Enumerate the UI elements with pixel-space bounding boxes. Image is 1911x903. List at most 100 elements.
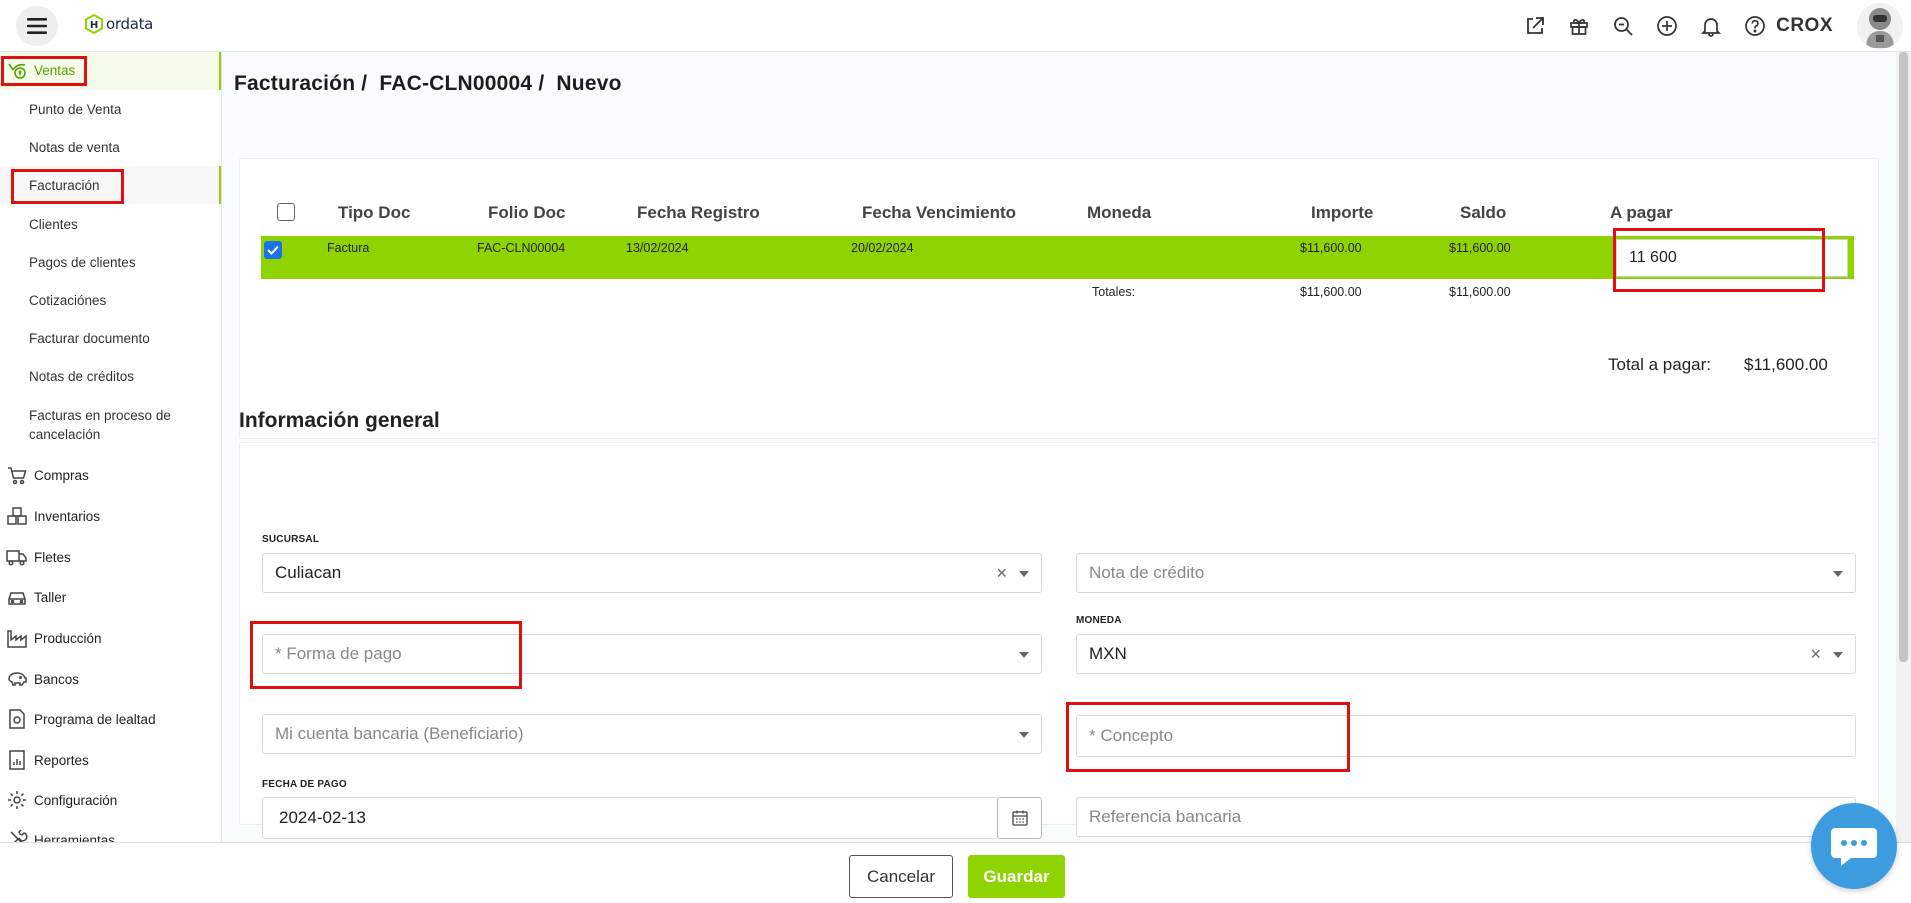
sidebar-item-herramientas[interactable]: Herramientas [0, 826, 220, 842]
sidebar-item-label: Programa de lealtad [34, 711, 156, 727]
sidebar-item-bancos[interactable]: Bancos [0, 665, 220, 693]
documents-card: Tipo Doc Folio Doc Fecha Registro Fecha … [239, 158, 1879, 439]
sidebar-item-cotizaciones[interactable]: Cotizaciónes [29, 291, 106, 310]
help-circle-icon[interactable] [1738, 9, 1772, 43]
breadcrumb-item-folio[interactable]: FAC-CLN00004 / [379, 72, 544, 95]
cell-fecha-vencimiento: 20/02/2024 [851, 241, 914, 255]
clear-icon[interactable]: × [1810, 644, 1821, 665]
nota-credito-select[interactable]: Nota de crédito [1076, 553, 1856, 593]
sidebar-item-label: Inventarios [34, 508, 101, 524]
tools-icon [4, 827, 30, 842]
moneda-select[interactable]: MXN × [1076, 634, 1856, 674]
save-button[interactable]: Guardar [968, 855, 1065, 898]
sidebar-item-notas-venta[interactable]: Notas de venta [29, 138, 120, 157]
boxes-icon [4, 503, 30, 529]
fecha-pago-input[interactable]: 2024-02-13 [262, 797, 998, 839]
highlight-box-ventas [1, 56, 87, 86]
cuenta-bancaria-select[interactable]: Mi cuenta bancaria (Beneficiario) [262, 714, 1042, 754]
cell-folio: FAC-CLN00004 [477, 241, 566, 255]
zoom-search-icon[interactable] [1606, 9, 1640, 43]
sidebar-item-configuracion[interactable]: Configuración [0, 786, 220, 814]
sidebar-item-clientes[interactable]: Clientes [29, 215, 78, 234]
sidebar-item-notas-creditos[interactable]: Notas de créditos [29, 367, 134, 386]
gear-icon [4, 787, 30, 813]
select-all-checkbox[interactable] [277, 203, 295, 221]
app-logo[interactable]: H ordata [84, 14, 153, 34]
chevron-down-icon [1833, 652, 1843, 658]
hamburger-icon[interactable] [16, 6, 58, 46]
sidebar-item-taller[interactable]: Taller [0, 583, 220, 611]
sucursal-select[interactable]: Culiacan × [262, 553, 1042, 593]
calendar-button[interactable] [997, 797, 1042, 839]
main-content: Facturación / FAC-CLN00004 / Nuevo Tipo … [223, 52, 1896, 842]
sidebar-item-label: Bancos [34, 671, 80, 687]
totales-importe: $11,600.00 [1300, 285, 1362, 299]
sidebar-item-punto-venta[interactable]: Punto de Venta [29, 100, 121, 119]
total-pagar-label: Total a pagar: [1608, 355, 1712, 374]
cancel-button[interactable]: Cancelar [849, 855, 953, 898]
chat-button[interactable] [1811, 803, 1897, 889]
highlight-box-facturacion [11, 169, 124, 204]
column-header-saldo: Saldo [1460, 203, 1507, 222]
fecha-pago-label: FECHA DE PAGO [262, 779, 347, 790]
totales-saldo: $11,600.00 [1449, 285, 1511, 299]
column-header-importe: Importe [1311, 203, 1374, 222]
sidebar-item-inventarios[interactable]: Inventarios [0, 502, 220, 530]
chevron-down-icon [1019, 652, 1029, 658]
sidebar-item-pagos-clientes[interactable]: Pagos de clientes [29, 253, 136, 272]
sidebar-item-label: Taller [34, 589, 67, 605]
sidebar-item-label: Reportes [34, 752, 89, 768]
sidebar-item-facturas-cancelacion[interactable]: Facturas en proceso de cancelación [29, 406, 189, 444]
gift-icon[interactable] [1562, 9, 1596, 43]
svg-text:H: H [90, 20, 98, 31]
moneda-value: MXN [1089, 644, 1127, 663]
report-icon [4, 747, 30, 773]
column-header-fecha-vencimiento: Fecha Vencimiento [862, 203, 1016, 222]
breadcrumb: Facturación / FAC-CLN00004 / Nuevo [234, 72, 628, 96]
column-header-fecha-registro: Fecha Registro [637, 203, 760, 222]
plus-circle-icon[interactable] [1650, 9, 1684, 43]
external-link-icon[interactable] [1518, 9, 1552, 43]
user-name[interactable]: CROX [1776, 15, 1833, 37]
sidebar-item-label: Herramientas [34, 832, 116, 843]
logo-text: ordata [106, 15, 154, 33]
bell-icon[interactable] [1694, 9, 1728, 43]
sidebar-item-facturar-documento[interactable]: Facturar documento [29, 329, 150, 348]
scrollbar-thumb[interactable] [1899, 52, 1908, 662]
cell-importe: $11,600.00 [1300, 241, 1362, 255]
breadcrumb-item-facturacion[interactable]: Facturación / [234, 72, 367, 95]
footer-actions: Cancelar Guardar [0, 842, 1911, 903]
column-header-moneda: Moneda [1087, 203, 1152, 222]
highlight-box-concepto [1066, 702, 1350, 772]
sidebar-item-produccion[interactable]: Producción [0, 624, 220, 652]
sidebar-item-programa-lealtad[interactable]: Programa de lealtad [0, 705, 220, 733]
highlight-box-a-pagar [1613, 228, 1825, 292]
sidebar-item-fletes[interactable]: Fletes [0, 543, 220, 571]
sidebar: Ventas Punto de Venta Notas de venta Fac… [0, 52, 222, 842]
chevron-down-icon [1019, 732, 1029, 738]
moneda-label: MONEDA [1076, 615, 1122, 626]
sidebar-active-indicator-sub [219, 166, 221, 204]
highlight-box-forma-pago [250, 621, 522, 689]
loyalty-icon [4, 706, 30, 732]
hordata-logo-icon: H [85, 14, 103, 34]
sucursal-label: SUCURSAL [262, 534, 320, 545]
chevron-down-icon [1833, 571, 1843, 577]
referencia-bancaria-input[interactable]: Referencia bancaria [1076, 797, 1856, 837]
avatar[interactable] [1857, 3, 1903, 49]
clear-icon[interactable]: × [996, 563, 1007, 584]
factory-icon [4, 625, 30, 651]
top-actions: CROX [1508, 0, 1911, 52]
sidebar-item-reportes[interactable]: Reportes [0, 746, 220, 774]
sidebar-item-label: Producción [34, 630, 102, 646]
row-checkbox[interactable] [264, 241, 282, 259]
column-header-folio: Folio Doc [488, 203, 566, 222]
totales-label: Totales: [1092, 285, 1136, 299]
cell-saldo: $11,600.00 [1449, 241, 1511, 255]
sidebar-item-compras[interactable]: Compras [0, 461, 220, 489]
section-title-informacion: Información general [239, 409, 440, 432]
scrollbar[interactable] [1896, 52, 1911, 842]
info-card: SUCURSAL Culiacan × Nota de crédito * Fo… [239, 442, 1879, 839]
sidebar-item-label: Compras [34, 467, 89, 483]
cart-icon [4, 462, 30, 488]
